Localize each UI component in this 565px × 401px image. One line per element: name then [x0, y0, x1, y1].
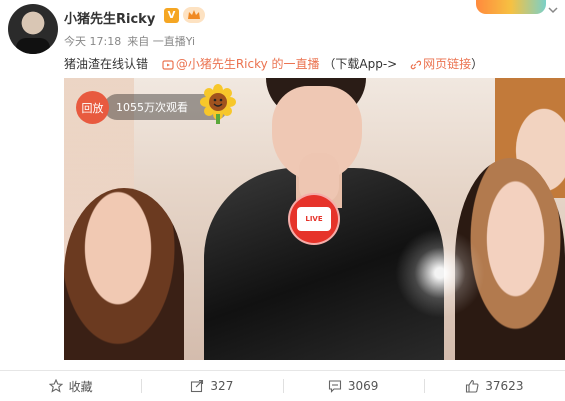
- background-dancer-left-front: [64, 188, 184, 360]
- share-icon: [191, 379, 204, 393]
- live-play-button[interactable]: LIVE: [288, 193, 340, 245]
- avatar[interactable]: [8, 4, 58, 54]
- timestamp: 今天 17:18: [64, 35, 122, 48]
- like-button[interactable]: 37623: [423, 371, 565, 401]
- comment-button[interactable]: 3069: [282, 371, 424, 401]
- favorite-button[interactable]: 收藏: [0, 371, 141, 401]
- like-count: 37623: [485, 379, 524, 393]
- live-video-player[interactable]: 1055万次观看 回放 LIVE: [64, 78, 565, 360]
- live-video-icon: [162, 59, 174, 70]
- verified-v-icon: V: [164, 8, 179, 23]
- stage-light: [395, 228, 485, 318]
- repost-button[interactable]: 327: [141, 371, 282, 401]
- download-text[interactable]: （下载App->: [323, 57, 397, 71]
- favorite-label: 收藏: [68, 379, 93, 394]
- replay-badge: 回放: [76, 91, 109, 124]
- live-label: LIVE: [297, 207, 331, 231]
- post-text: 猪油渣在线认错 @小猪先生Ricky 的一直播 （下载App-> 网页链接）: [64, 55, 483, 72]
- comment-count: 3069: [347, 379, 379, 393]
- close-paren: ）: [471, 57, 484, 71]
- thumbs-up-icon: [466, 379, 479, 393]
- action-bar: 收藏 327 3069 37623: [0, 371, 565, 401]
- web-link[interactable]: 网页链接: [423, 57, 471, 71]
- vip-crown-icon: [183, 7, 205, 23]
- sunflower-icon: [200, 84, 236, 124]
- repost-count: 327: [210, 379, 234, 393]
- star-icon: [48, 379, 63, 393]
- post-body: 猪油渣在线认错: [64, 57, 149, 71]
- post-source[interactable]: 来自 一直播Yi: [127, 35, 195, 48]
- live-link[interactable]: @小猪先生Ricky 的一直播: [176, 57, 320, 71]
- chevron-down-icon[interactable]: [547, 0, 561, 14]
- promo-banner[interactable]: [476, 0, 546, 14]
- comment-icon: [328, 380, 341, 393]
- post-meta: 今天 17:18 来自 一直播Yi: [64, 33, 195, 49]
- link-icon: [410, 60, 422, 69]
- username[interactable]: 小猪先生Ricky: [64, 8, 155, 27]
